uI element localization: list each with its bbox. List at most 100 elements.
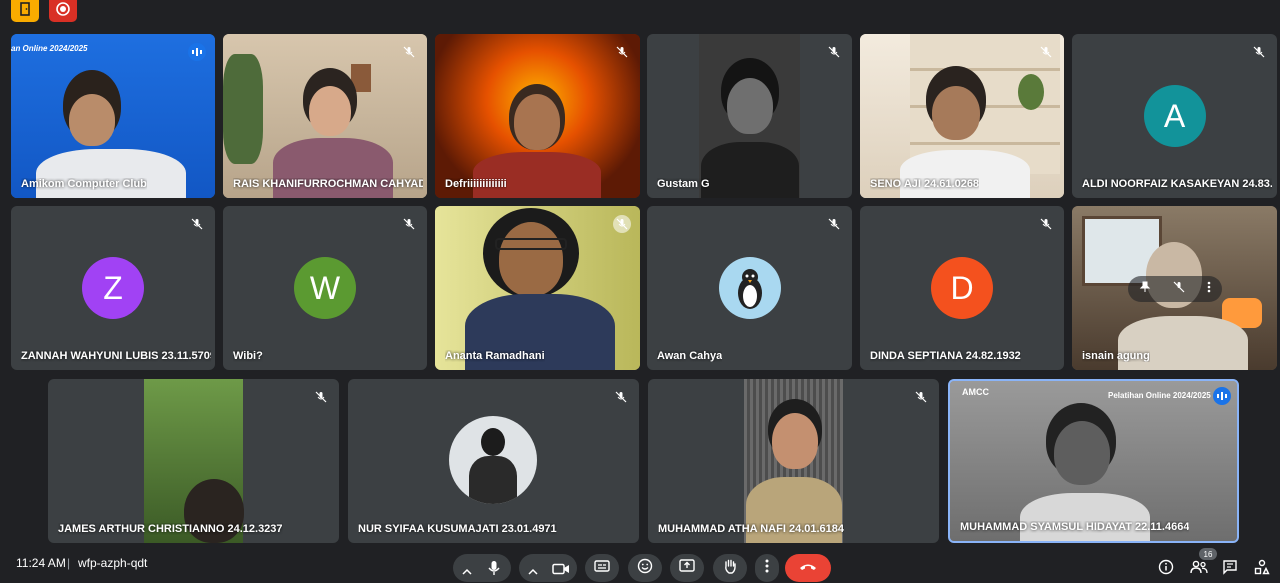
- microphone-icon[interactable]: [487, 560, 501, 581]
- participant-video: [435, 206, 640, 370]
- participant-video: [144, 379, 244, 543]
- participant-name: isnain agung: [1082, 350, 1150, 362]
- people-icon: [1190, 560, 1208, 579]
- muted-mic-icon: [1173, 280, 1185, 298]
- participant-tile[interactable]: MUHAMMAD ATHA NAFI 24.01.6184: [648, 379, 939, 543]
- tile-hover-controls: [1128, 276, 1222, 302]
- separator: |: [67, 556, 71, 570]
- emoji-icon: [637, 558, 653, 579]
- chevron-up-icon[interactable]: [462, 563, 472, 581]
- more-options-button[interactable]: [755, 554, 779, 582]
- muted-mic-icon: [612, 388, 630, 406]
- chat-button[interactable]: [1222, 559, 1238, 580]
- participant-tile[interactable]: Ananta Ramadhani: [435, 206, 640, 370]
- participant-video: [435, 34, 640, 198]
- participant-name: ZANNAH WAHYUNI LUBIS 23.11.5709: [21, 350, 211, 362]
- participant-video: [223, 34, 427, 198]
- participant-tile[interactable]: an Online 2024/2025 Amikom Computer Club: [11, 34, 215, 198]
- more-vert-icon: [765, 559, 769, 578]
- info-icon: [1158, 559, 1174, 580]
- more-vert-icon[interactable]: [1207, 280, 1211, 298]
- participant-avatar: Z: [82, 257, 144, 319]
- activities-icon: [1254, 559, 1270, 580]
- reactions-button[interactable]: [628, 554, 662, 582]
- participant-name: JAMES ARTHUR CHRISTIANNO 24.12.3237: [58, 523, 283, 535]
- overlay-text: Pelatihan Online 2024/2025: [1108, 391, 1211, 400]
- participant-video: [860, 34, 1064, 198]
- participant-count-badge: 16: [1199, 548, 1217, 560]
- present-button[interactable]: [670, 554, 704, 582]
- participant-name: NUR SYIFAA KUSUMAJATI 23.01.4971: [358, 523, 557, 535]
- participant-tile[interactable]: isnain agung: [1072, 206, 1277, 370]
- participant-name: RAIS KHANIFURROCHMAN CAHYADI 2...: [233, 178, 423, 190]
- door-button[interactable]: [11, 0, 39, 22]
- camera-icon[interactable]: [552, 562, 570, 580]
- participant-tile[interactable]: SENO AJI 24.61.0268: [860, 34, 1064, 198]
- door-icon: [19, 1, 31, 21]
- speaking-indicator: [188, 43, 206, 61]
- captions-icon: [594, 559, 610, 577]
- participant-tile[interactable]: W Wibi?: [223, 206, 427, 370]
- participant-tile[interactable]: Gustam G: [647, 34, 852, 198]
- participant-name: Amikom Computer Club: [21, 178, 147, 190]
- meeting-details-button[interactable]: [1158, 559, 1174, 580]
- meeting-code: wfp-azph-qdt: [78, 556, 148, 570]
- participant-name: ALDI NOORFAIZ KASAKEYAN 24.83.1132: [1082, 178, 1272, 190]
- activities-button[interactable]: [1254, 559, 1270, 580]
- pin-icon[interactable]: [1139, 280, 1151, 298]
- participant-name: Ananta Ramadhani: [445, 350, 545, 362]
- participant-name: MUHAMMAD SYAMSUL HIDAYAT 22.11.4664: [960, 521, 1190, 533]
- participant-tile[interactable]: RAIS KHANIFURROCHMAN CAHYADI 2...: [223, 34, 427, 198]
- participant-photo-avatar: [718, 257, 781, 319]
- muted-mic-icon: [400, 43, 418, 61]
- captions-button[interactable]: [585, 554, 619, 582]
- people-button[interactable]: [1190, 560, 1208, 579]
- participant-name: Defriiiiiiiiiiiii: [445, 178, 507, 190]
- participant-avatar: D: [931, 257, 993, 319]
- overlay-text: an Online 2024/2025: [11, 44, 88, 53]
- mic-control-group: [453, 554, 511, 582]
- muted-mic-icon: [912, 388, 930, 406]
- participant-name: Gustam G: [657, 178, 710, 190]
- speaking-indicator: [1213, 387, 1231, 405]
- participant-photo-avatar: [449, 416, 537, 504]
- muted-mic-icon: [1037, 43, 1055, 61]
- muted-mic-icon: [613, 43, 631, 61]
- participant-name: DINDA SEPTIANA 24.82.1932: [870, 350, 1021, 362]
- participant-name: SENO AJI 24.61.0268: [870, 178, 980, 190]
- brand-logo: AMCC: [962, 387, 989, 397]
- participant-avatar: A: [1143, 85, 1206, 147]
- hand-icon: [723, 558, 737, 579]
- participant-name: MUHAMMAD ATHA NAFI 24.01.6184: [658, 523, 845, 535]
- muted-mic-icon: [825, 215, 843, 233]
- muted-mic-icon: [1250, 43, 1268, 61]
- muted-mic-icon: [400, 215, 418, 233]
- participant-tile[interactable]: A ALDI NOORFAIZ KASAKEYAN 24.83.1132: [1072, 34, 1277, 198]
- participant-tile[interactable]: D DINDA SEPTIANA 24.82.1932: [860, 206, 1064, 370]
- participant-name: Wibi?: [233, 350, 263, 362]
- muted-mic-icon: [613, 215, 631, 233]
- record-button[interactable]: [49, 0, 77, 22]
- camera-control-group: [519, 554, 577, 582]
- participant-video: [11, 34, 215, 198]
- chevron-up-icon[interactable]: [528, 563, 538, 581]
- participant-video: [950, 381, 1237, 541]
- chat-icon: [1222, 559, 1238, 580]
- leave-call-button[interactable]: [785, 554, 831, 582]
- muted-mic-icon: [825, 43, 843, 61]
- record-icon: [56, 1, 70, 21]
- participant-tile[interactable]: Awan Cahya: [647, 206, 852, 370]
- participant-video: [699, 34, 800, 198]
- participant-tile[interactable]: Defriiiiiiiiiiiii: [435, 34, 640, 198]
- hang-up-icon: [799, 559, 817, 577]
- participant-video: [744, 379, 843, 543]
- participant-tile[interactable]: Z ZANNAH WAHYUNI LUBIS 23.11.5709: [11, 206, 215, 370]
- participant-tile[interactable]: JAMES ARTHUR CHRISTIANNO 24.12.3237: [48, 379, 339, 543]
- participant-avatar: W: [294, 257, 356, 319]
- participant-tile[interactable]: AMCC Pelatihan Online 2024/2025 MUHAMMAD…: [948, 379, 1239, 543]
- meet-window: an Online 2024/2025 Amikom Computer Club…: [0, 0, 1280, 583]
- muted-mic-icon: [188, 215, 206, 233]
- participant-tile[interactable]: NUR SYIFAA KUSUMAJATI 23.01.4971: [348, 379, 639, 543]
- present-icon: [679, 558, 695, 578]
- raise-hand-button[interactable]: [713, 554, 747, 582]
